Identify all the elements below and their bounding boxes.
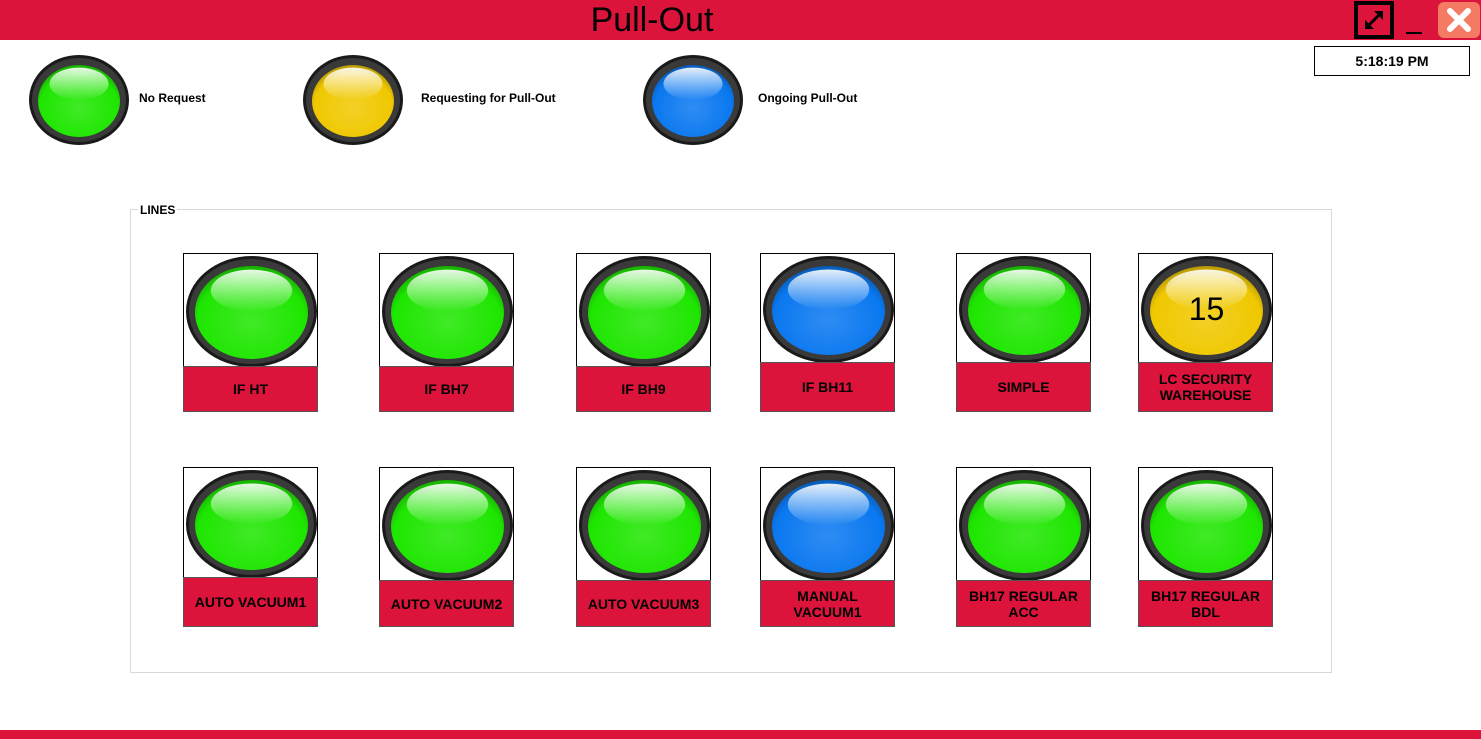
line-label: AUTO VACUUM2 — [379, 580, 514, 627]
pending-count — [1139, 468, 1272, 581]
status-light-box — [183, 467, 318, 579]
line-tile-simple[interactable]: SIMPLE — [956, 253, 1091, 413]
legend-label: No Request — [139, 91, 206, 105]
status-light-box — [1138, 467, 1273, 582]
title-bar: Pull-Out — [0, 0, 1481, 40]
pending-count — [184, 468, 317, 578]
line-label: LC SECURITY WAREHOUSE — [1138, 362, 1273, 412]
line-label: AUTO VACUUM3 — [576, 580, 711, 627]
pending-count: 15 — [1188, 291, 1225, 327]
minimize-button[interactable] — [1404, 4, 1426, 36]
blue-status-light-icon — [643, 55, 743, 145]
legend-requesting: Requesting for Pull-Out — [301, 53, 621, 147]
legend-ongoing: Ongoing Pull-Out — [641, 53, 941, 147]
status-light-box — [183, 253, 318, 368]
line-tile-manual-vacuum1[interactable]: MANUAL VACUUM1 — [760, 467, 895, 627]
maximize-button[interactable] — [1354, 1, 1394, 39]
status-light-box — [956, 253, 1091, 364]
line-label: IF HT — [183, 366, 318, 412]
legend-label: Requesting for Pull-Out — [421, 91, 556, 105]
line-label: IF BH11 — [760, 362, 895, 412]
pending-count — [577, 254, 710, 367]
line-label: AUTO VACUUM1 — [183, 577, 318, 627]
clock-display: 5:18:19 PM — [1314, 46, 1470, 76]
close-x-icon — [1447, 8, 1471, 32]
line-tile-if-ht[interactable]: IF HT — [183, 253, 318, 413]
line-label: SIMPLE — [956, 362, 1091, 412]
pending-count — [380, 254, 513, 367]
lines-group-label: LINES — [138, 203, 178, 217]
line-tile-auto-vacuum1[interactable]: AUTO VACUUM1 — [183, 467, 318, 627]
line-label: BH17 REGULAR ACC — [956, 580, 1091, 627]
status-light-box — [379, 467, 514, 582]
line-tile-if-bh9[interactable]: IF BH9 — [576, 253, 711, 413]
line-tile-if-bh11[interactable]: IF BH11 — [760, 253, 895, 413]
status-light-box — [576, 253, 711, 368]
pending-count — [577, 468, 710, 581]
expand-arrows-icon — [1358, 5, 1390, 35]
line-tile-bh17-regular-bdl[interactable]: BH17 REGULAR BDL — [1138, 467, 1273, 627]
status-light-box: 15 — [1138, 253, 1273, 364]
line-tile-bh17-regular-acc[interactable]: BH17 REGULAR ACC — [956, 467, 1091, 627]
status-light-box — [379, 253, 514, 368]
pending-count — [761, 254, 894, 363]
pending-count — [957, 468, 1090, 581]
window-title: Pull-Out — [590, 1, 714, 39]
status-light-box — [576, 467, 711, 582]
line-tile-lc-security-warehouse[interactable]: 15 LC SECURITY WAREHOUSE — [1138, 253, 1273, 413]
green-status-light-icon — [29, 55, 129, 145]
legend-label: Ongoing Pull-Out — [758, 91, 858, 105]
line-label: MANUAL VACUUM1 — [760, 580, 895, 627]
line-tile-auto-vacuum2[interactable]: AUTO VACUUM2 — [379, 467, 514, 627]
status-light-box — [956, 467, 1091, 582]
minimize-icon — [1406, 32, 1422, 34]
line-tile-if-bh7[interactable]: IF BH7 — [379, 253, 514, 413]
footer-bar — [0, 730, 1481, 739]
line-tile-auto-vacuum3[interactable]: AUTO VACUUM3 — [576, 467, 711, 627]
pending-count — [184, 254, 317, 367]
status-light-box — [760, 467, 895, 582]
status-light-box — [760, 253, 895, 364]
pending-count — [957, 254, 1090, 363]
line-label: IF BH7 — [379, 366, 514, 412]
pull-out-window: Pull-Out 5:18:19 PM No Request Requestin… — [0, 0, 1481, 739]
legend-no-request: No Request — [27, 53, 287, 147]
pending-count — [380, 468, 513, 581]
pending-count — [761, 468, 894, 581]
yellow-status-light-icon — [303, 55, 403, 145]
close-button[interactable] — [1438, 2, 1480, 38]
line-label: IF BH9 — [576, 366, 711, 412]
line-label: BH17 REGULAR BDL — [1138, 580, 1273, 627]
